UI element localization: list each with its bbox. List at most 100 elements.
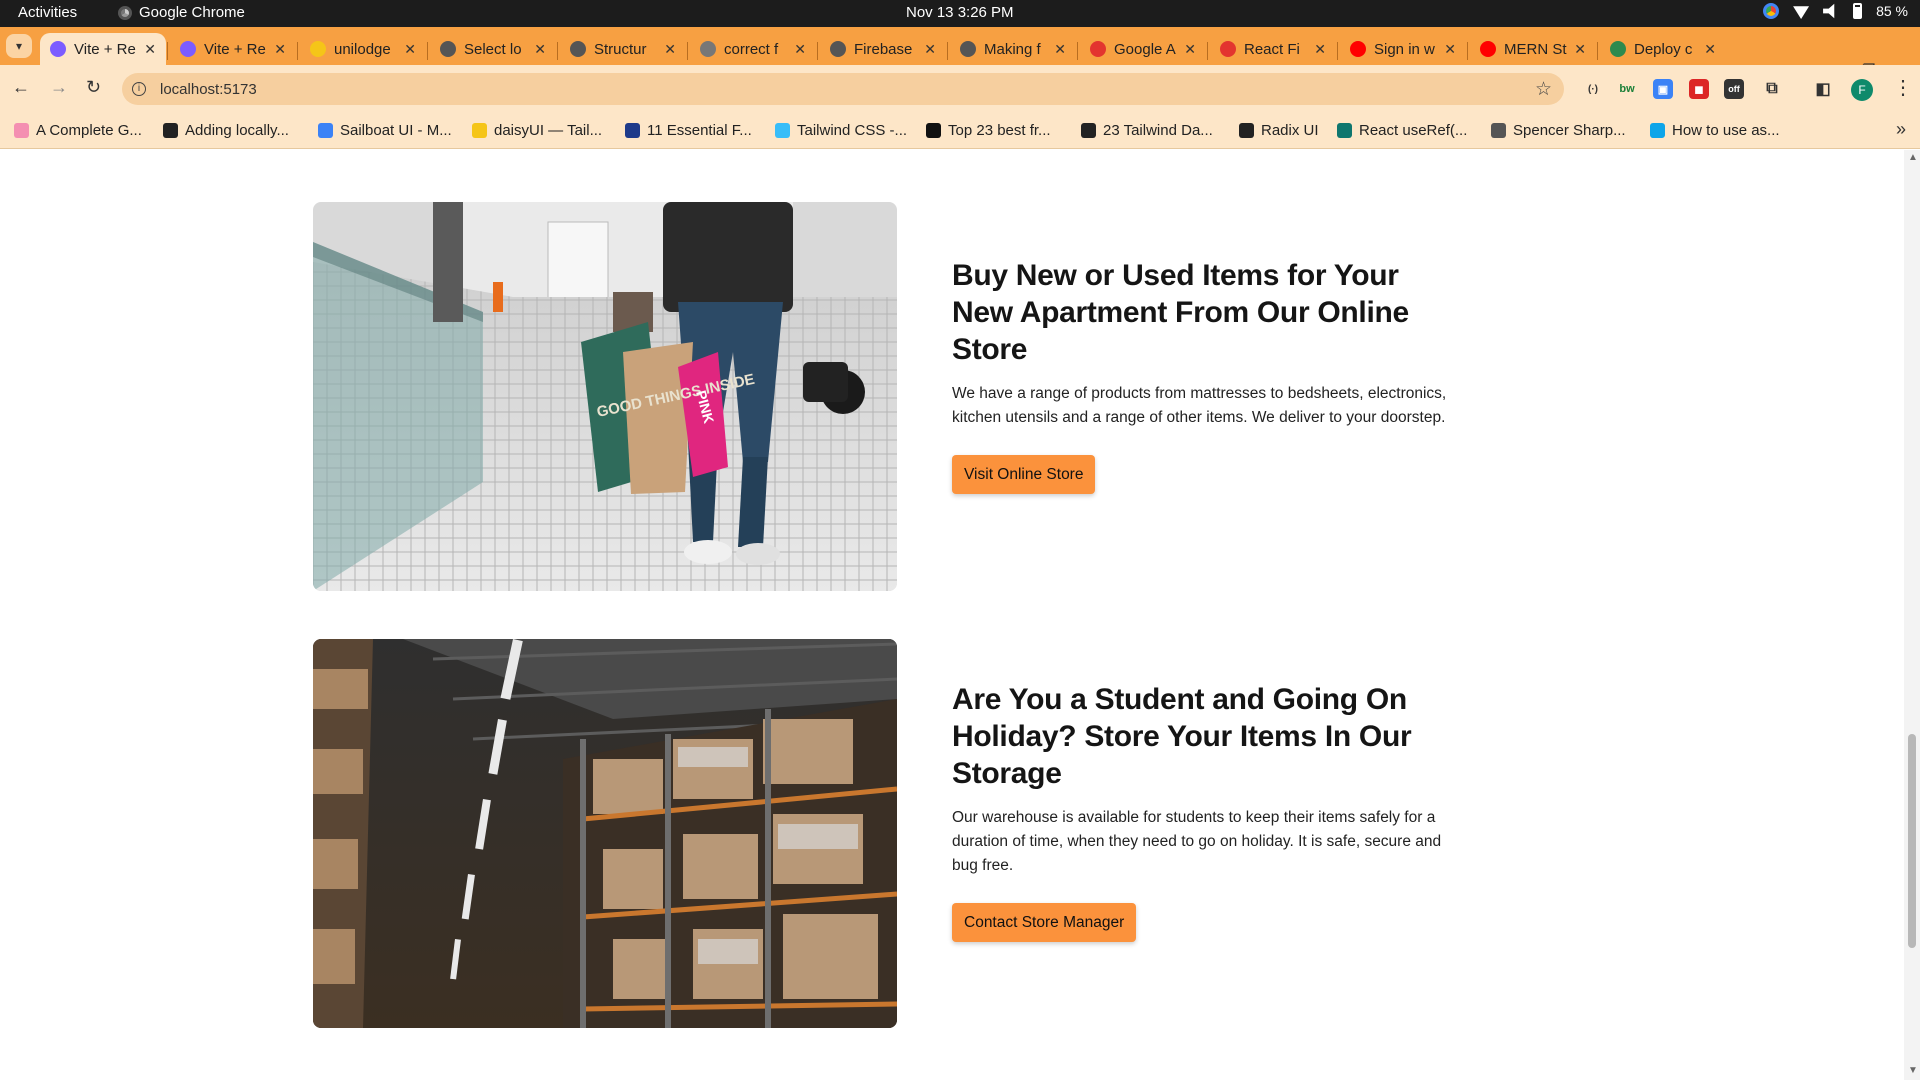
chevron-down-icon: ▾ [15, 39, 23, 53]
app-name: Google Chrome [139, 4, 245, 21]
url-text[interactable]: localhost:5173 [160, 81, 257, 98]
bookmark-favicon-icon [1337, 123, 1352, 138]
tab-close-icon[interactable]: ✕ [1704, 41, 1716, 58]
tab-close-icon[interactable]: ✕ [404, 41, 416, 58]
bookmark-favicon-icon [163, 123, 178, 138]
extension-red-icon[interactable]: ◼ [1689, 79, 1709, 99]
reload-button[interactable]: ↻ [86, 77, 101, 98]
system-tray[interactable]: 85 % [1763, 3, 1908, 19]
browser-tab[interactable]: Select lo ✕ [430, 33, 556, 65]
bookmark-item[interactable]: Spencer Sharp... [1491, 122, 1626, 139]
bookmark-item[interactable]: Sailboat UI - M... [318, 122, 452, 139]
tab-close-icon[interactable]: ✕ [1184, 41, 1196, 58]
tab-search-button[interactable]: ▾ [6, 34, 32, 58]
volume-icon [1823, 3, 1835, 19]
tab-title: Firebase [854, 40, 913, 58]
bookmark-label: Tailwind CSS -... [797, 122, 908, 139]
tab-title: Making f [984, 40, 1041, 58]
profile-avatar[interactable]: F [1851, 79, 1873, 101]
menu-kebab-icon[interactable]: ⋮ [1893, 75, 1913, 100]
bookmark-item[interactable]: Tailwind CSS -... [775, 122, 907, 139]
browser-tab[interactable]: Structur ✕ [560, 33, 686, 65]
app-menu[interactable]: Google Chrome [118, 4, 245, 21]
bookmark-label: 23 Tailwind Da... [1103, 122, 1213, 139]
tab-close-icon[interactable]: ✕ [794, 41, 806, 58]
tab-close-icon[interactable]: ✕ [1054, 41, 1066, 58]
browser-tab[interactable]: Vite + Re ✕ [40, 33, 166, 65]
bookmark-item[interactable]: 11 Essential F... [625, 122, 752, 139]
page-viewport: GOOD THINGS INSIDE PINK Buy New or Used … [0, 150, 1904, 1080]
tab-close-icon[interactable]: ✕ [1574, 41, 1586, 58]
storage-description: Our warehouse is available for students … [952, 809, 1442, 874]
extension-bw-icon[interactable]: bw [1617, 79, 1637, 99]
tab-title: Select lo [464, 40, 522, 58]
browser-tab[interactable]: Making f ✕ [950, 33, 1076, 65]
browser-tab[interactable]: MERN St ✕ [1470, 33, 1596, 65]
bookmark-star-icon[interactable]: ☆ [1535, 78, 1552, 101]
bookmark-item[interactable]: 23 Tailwind Da... [1081, 122, 1213, 139]
extension-tag-icon[interactable]: (·) [1583, 79, 1603, 99]
side-panel-icon[interactable]: ◧ [1813, 79, 1833, 99]
tab-separator [817, 42, 818, 60]
tab-close-icon[interactable]: ✕ [664, 41, 676, 58]
tab-favicon-icon [310, 41, 326, 57]
bookmark-item[interactable]: React useRef(... [1337, 122, 1467, 139]
browser-tab[interactable]: Sign in w ✕ [1340, 33, 1466, 65]
bookmark-label: Sailboat UI - M... [340, 122, 452, 139]
warehouse-illustration [313, 639, 897, 1028]
browser-tab[interactable]: correct f ✕ [690, 33, 816, 65]
clock[interactable]: Nov 13 3:26 PM [906, 4, 1014, 21]
browser-tab[interactable]: React Fi ✕ [1210, 33, 1336, 65]
scroll-up-icon[interactable]: ▲ [1908, 152, 1918, 163]
tab-close-icon[interactable]: ✕ [274, 41, 286, 58]
site-info-icon[interactable]: i [132, 82, 146, 96]
tab-favicon-icon [180, 41, 196, 57]
tab-favicon-icon [1480, 41, 1496, 57]
scroll-down-icon[interactable]: ▼ [1908, 1065, 1918, 1076]
bookmark-item[interactable]: Top 23 best fr... [926, 122, 1051, 139]
storage-heading: Are You a Student and Going On Holiday? … [952, 683, 1412, 790]
bookmark-item[interactable]: Adding locally... [163, 122, 289, 139]
tab-close-icon[interactable]: ✕ [1444, 41, 1456, 58]
bookmark-item[interactable]: daisyUI — Tail... [472, 122, 602, 139]
extension-save-icon[interactable]: ▣ [1653, 79, 1673, 99]
tab-title: Structur [594, 40, 647, 58]
bookmark-label: Adding locally... [185, 122, 289, 139]
tab-separator [1597, 42, 1598, 60]
scroll-thumb[interactable] [1908, 734, 1916, 948]
bookmark-item[interactable]: A Complete G... [14, 122, 142, 139]
extension-off-icon[interactable]: off [1724, 79, 1744, 99]
tab-close-icon[interactable]: ✕ [534, 41, 546, 58]
bookmark-label: Spencer Sharp... [1513, 122, 1626, 139]
tab-favicon-icon [1350, 41, 1366, 57]
tab-close-icon[interactable]: ✕ [1314, 41, 1326, 58]
tab-favicon-icon [570, 41, 586, 57]
bookmark-label: daisyUI — Tail... [494, 122, 603, 139]
tab-close-icon[interactable]: ✕ [144, 41, 156, 58]
bookmark-label: How to use as... [1672, 122, 1780, 139]
extensions-puzzle-icon[interactable]: ⧉ [1762, 79, 1782, 99]
bookmark-favicon-icon [1239, 123, 1254, 138]
contact-store-manager-button[interactable]: Contact Store Manager [952, 903, 1137, 942]
tab-close-icon[interactable]: ✕ [924, 41, 936, 58]
activities-button[interactable]: Activities [18, 4, 77, 21]
visit-online-store-button[interactable]: Visit Online Store [952, 455, 1096, 494]
address-bar[interactable]: i localhost:5173 ☆ [122, 73, 1564, 105]
browser-tab[interactable]: Deploy c ✕ [1600, 33, 1726, 65]
back-button[interactable]: ← [12, 77, 30, 98]
tab-separator [1077, 42, 1078, 60]
browser-tab[interactable]: Google A ✕ [1080, 33, 1206, 65]
browser-tab[interactable]: Firebase ✕ [820, 33, 946, 65]
chrome-tray-icon[interactable] [1763, 3, 1780, 19]
bookmark-item[interactable]: Radix UI [1239, 122, 1319, 139]
battery-level: 85 % [1876, 3, 1908, 19]
shopping-illustration: GOOD THINGS INSIDE PINK [313, 202, 897, 591]
page-scrollbar[interactable]: ▲ ▼ [1904, 150, 1920, 1080]
forward-button[interactable]: → [50, 77, 68, 98]
browser-tab[interactable]: unilodge ✕ [300, 33, 426, 65]
bookmarks-overflow-icon[interactable]: » [1896, 119, 1906, 140]
bookmark-favicon-icon [625, 123, 640, 138]
bookmark-item[interactable]: How to use as... [1650, 122, 1780, 139]
tab-separator [1337, 42, 1338, 60]
browser-tab[interactable]: Vite + Re ✕ [170, 33, 296, 65]
